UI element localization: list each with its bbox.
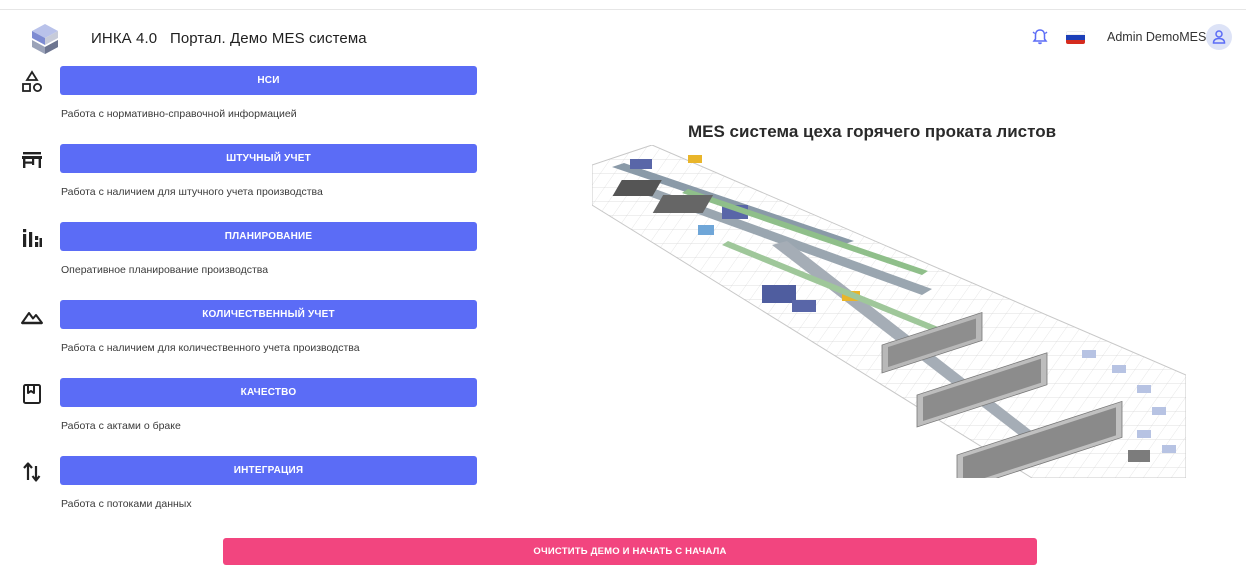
module-quantity-accounting-description: Работа с наличием для количественного уч… <box>61 342 360 354</box>
module-nsi-button[interactable]: НСИ <box>60 66 477 95</box>
module-integration-button[interactable]: ИНТЕГРАЦИЯ <box>60 456 477 485</box>
user-name[interactable]: Admin DemoMES <box>1107 30 1206 44</box>
russia-flag-icon[interactable] <box>1066 31 1085 44</box>
reset-demo-button[interactable]: ОЧИСТИТЬ ДЕМО И НАЧАТЬ С НАЧАЛА <box>223 538 1037 565</box>
page-title: MES система цеха горячего проката листов <box>688 122 1057 141</box>
inka-logo[interactable] <box>30 23 60 57</box>
module-piece-accounting-button[interactable]: ШТУЧНЫЙ УЧЕТ <box>60 144 477 173</box>
plant-3d-illustration <box>592 145 1186 478</box>
module-planning-button[interactable]: ПЛАНИРОВАНИЕ <box>60 222 477 251</box>
alarm-bell-icon[interactable] <box>1031 28 1049 46</box>
module-quality-button[interactable]: КАЧЕСТВО <box>60 378 477 407</box>
bookmark-book-icon <box>23 384 41 404</box>
module-nsi-description: Работа с нормативно-справочной информаци… <box>61 108 297 120</box>
store-icon <box>22 152 42 168</box>
module-integration-description: Работа с потоками данных <box>61 498 192 510</box>
avatar[interactable] <box>1206 24 1232 50</box>
module-quality-description: Работа с актами о браке <box>61 420 181 432</box>
landscape-icon <box>21 312 43 325</box>
swap-vert-icon <box>23 462 41 482</box>
bar-chart-icon <box>23 229 42 247</box>
module-quantity-accounting-button[interactable]: КОЛИЧЕСТВЕННЫЙ УЧЕТ <box>60 300 477 329</box>
module-planning-description: Оперативное планирование производства <box>61 264 269 276</box>
header: ИНКА 4.0 Портал. Демо MES система Admin … <box>0 12 1246 58</box>
app-title: ИНКА 4.0 Портал. Демо MES система <box>91 30 367 47</box>
shapes-icon <box>22 70 42 92</box>
user-icon <box>1212 30 1226 44</box>
module-piece-accounting-description: Работа с наличием для штучного учета про… <box>61 186 323 198</box>
top-divider <box>0 9 1246 10</box>
